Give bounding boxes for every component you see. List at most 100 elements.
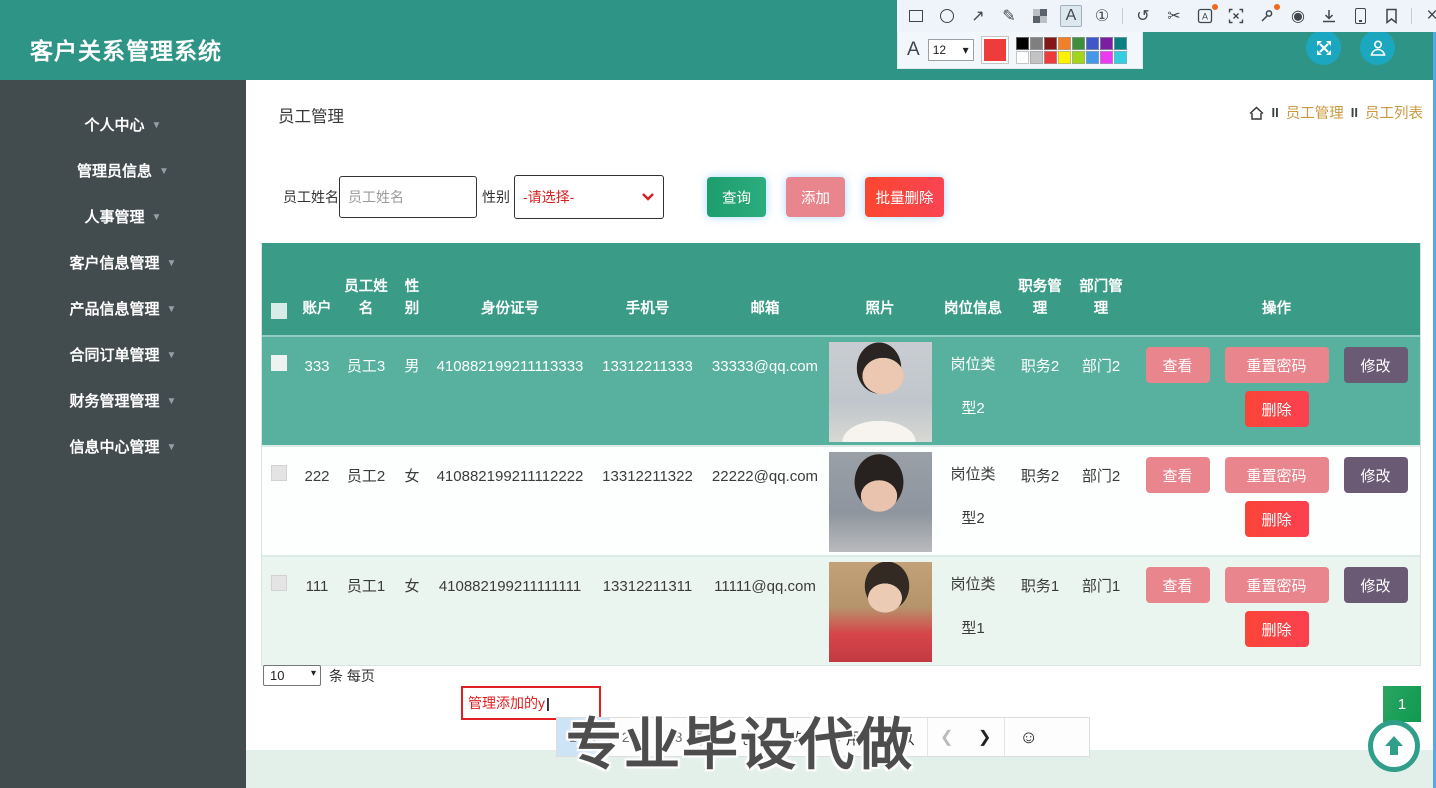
employee-table: 账户 员工姓名 性别 身份证号 手机号 邮箱 照片 岗位信息 职务管理 部门管理… (261, 243, 1421, 666)
row-checkbox[interactable] (271, 575, 287, 591)
edit-button[interactable]: 修改 (1344, 347, 1408, 383)
palette-color-swatch[interactable] (1114, 51, 1127, 64)
edit-button[interactable]: 修改 (1344, 457, 1408, 493)
view-button[interactable]: 查看 (1146, 347, 1210, 383)
breadcrumb-link-employee-mgmt[interactable]: 员工管理 (1286, 102, 1344, 123)
employee-name-input[interactable] (339, 176, 477, 218)
arrow-up-icon (1381, 733, 1407, 759)
pin-icon[interactable] (1256, 5, 1278, 27)
ime-candidate[interactable]: 2一 (610, 718, 663, 756)
palette-color-swatch[interactable] (1086, 51, 1099, 64)
sidebar-item-hr[interactable]: 人事管理▼ (0, 193, 246, 239)
edit-button[interactable]: 修改 (1344, 567, 1408, 603)
delete-button[interactable]: 删除 (1245, 611, 1309, 647)
gender-select[interactable]: -请选择- (514, 175, 664, 219)
reset-password-button[interactable]: 重置密码 (1225, 347, 1329, 383)
ime-candidate[interactable]: 7以 (874, 718, 927, 756)
row-checkbox[interactable] (271, 465, 287, 481)
current-color-swatch[interactable] (982, 37, 1008, 63)
download-icon[interactable] (1318, 5, 1340, 27)
text-tool-icon[interactable]: A (1060, 5, 1082, 27)
sidebar-item-personal-center[interactable]: 个人中心▼ (0, 101, 246, 147)
sidebar-item-finance[interactable]: 财务管理管理▼ (0, 377, 246, 423)
breadcrumb-separator: II (1351, 105, 1358, 120)
ime-candidate[interactable]: 4也 (715, 718, 768, 756)
table-row: 333 员工3 男 410882199211113333 13312211333… (262, 335, 1420, 445)
font-size-select[interactable]: 12 ▾ (928, 39, 974, 61)
palette-color-swatch[interactable] (1030, 37, 1043, 50)
delete-button[interactable]: 删除 (1245, 391, 1309, 427)
arrow-tool-icon[interactable]: ↗ (967, 5, 989, 27)
page-number-badge[interactable]: 1 (1383, 686, 1421, 722)
palette-color-swatch[interactable] (1072, 51, 1085, 64)
ime-emoji-button[interactable]: ☺ (1005, 718, 1053, 756)
ime-next-page-arrow[interactable]: ❯ (966, 718, 1004, 756)
palette-color-swatch[interactable] (1100, 37, 1113, 50)
back-to-top-button[interactable] (1368, 720, 1420, 772)
chevron-down-icon: ▼ (167, 442, 177, 453)
ime-candidate[interactable]: 3要 (663, 718, 716, 756)
record-icon[interactable]: ◉ (1287, 5, 1309, 27)
search-button[interactable]: 查询 (707, 177, 766, 217)
annotation-text-input[interactable]: 管理添加的y| (461, 686, 601, 720)
row-checkbox[interactable] (271, 355, 287, 371)
palette-color-swatch[interactable] (1058, 51, 1071, 64)
bookmark-icon[interactable] (1380, 5, 1402, 27)
palette-color-swatch[interactable] (1114, 37, 1127, 50)
svg-text:A: A (1202, 12, 1208, 22)
palette-color-swatch[interactable] (1016, 37, 1029, 50)
view-button[interactable]: 查看 (1146, 457, 1210, 493)
col-header-id-card: 身份证号 (430, 298, 590, 335)
chevron-down-icon: ▾ (963, 43, 969, 57)
crop-scissors-icon[interactable]: ✂ (1163, 5, 1185, 27)
ocr-text-extract-icon[interactable] (1225, 5, 1247, 27)
sidebar-item-customer-info[interactable]: 客户信息管理▼ (0, 239, 246, 285)
screenshot-annotation-toolbar: ↗ ✎ A ① ↺ ✂ A ◉ × ✓ 完成 (897, 0, 1436, 32)
cell-duty: 职务2 (1011, 447, 1069, 489)
mosaic-tool-icon[interactable] (1029, 5, 1051, 27)
reset-password-button[interactable]: 重置密码 (1225, 567, 1329, 603)
sidebar-item-product-info[interactable]: 产品信息管理▼ (0, 285, 246, 331)
batch-delete-button[interactable]: 批量删除 (865, 177, 944, 217)
pen-tool-icon[interactable]: ✎ (998, 5, 1020, 27)
sidebar-item-admin-info[interactable]: 管理员信息▼ (0, 147, 246, 193)
ime-candidate[interactable]: 5与 (768, 718, 821, 756)
text-cursor: | (546, 695, 550, 711)
sidebar-item-info-center[interactable]: 信息中心管理▼ (0, 423, 246, 469)
undo-icon[interactable]: ↺ (1132, 5, 1154, 27)
user-profile-button[interactable] (1360, 30, 1395, 65)
palette-color-swatch[interactable] (1058, 37, 1071, 50)
palette-color-swatch[interactable] (1086, 37, 1099, 50)
palette-color-swatch[interactable] (1044, 37, 1057, 50)
step-number-tool-icon[interactable]: ① (1091, 5, 1113, 27)
palette-color-swatch[interactable] (1030, 51, 1043, 64)
ime-prev-page-arrow[interactable]: ❮ (928, 718, 966, 756)
delete-button[interactable]: 删除 (1245, 501, 1309, 537)
cell-name: 员工3 (338, 337, 394, 379)
page-size-select[interactable]: 10 (263, 665, 321, 686)
ime-candidate[interactable]: 1有 (557, 718, 610, 756)
close-icon[interactable]: × (1421, 5, 1436, 27)
palette-color-swatch[interactable] (1072, 37, 1085, 50)
select-all-checkbox[interactable] (271, 303, 287, 319)
translate-icon[interactable]: A (1194, 5, 1216, 27)
cell-gender: 女 (394, 557, 430, 599)
view-button[interactable]: 查看 (1146, 567, 1210, 603)
sidebar-item-contract-order[interactable]: 合同订单管理▼ (0, 331, 246, 377)
palette-color-swatch[interactable] (1044, 51, 1057, 64)
ime-candidate[interactable]: 6用 (821, 718, 874, 756)
fullscreen-button[interactable] (1306, 30, 1341, 65)
palette-color-swatch[interactable] (1100, 51, 1113, 64)
add-button[interactable]: 添加 (786, 177, 845, 217)
send-to-phone-icon[interactable] (1349, 5, 1371, 27)
rectangle-tool-icon[interactable] (905, 5, 927, 27)
ellipse-tool-icon[interactable] (936, 5, 958, 27)
home-icon[interactable] (1248, 105, 1265, 121)
col-header-name: 员工姓名 (338, 276, 394, 335)
reset-password-button[interactable]: 重置密码 (1225, 457, 1329, 493)
table-row: 111 员工1 女 410882199211111111 13312211311… (262, 555, 1420, 665)
breadcrumb-link-employee-list[interactable]: 员工列表 (1365, 102, 1423, 123)
palette-color-swatch[interactable] (1016, 51, 1029, 64)
employee-photo (829, 452, 932, 552)
cell-phone: 13312211322 (590, 447, 705, 489)
